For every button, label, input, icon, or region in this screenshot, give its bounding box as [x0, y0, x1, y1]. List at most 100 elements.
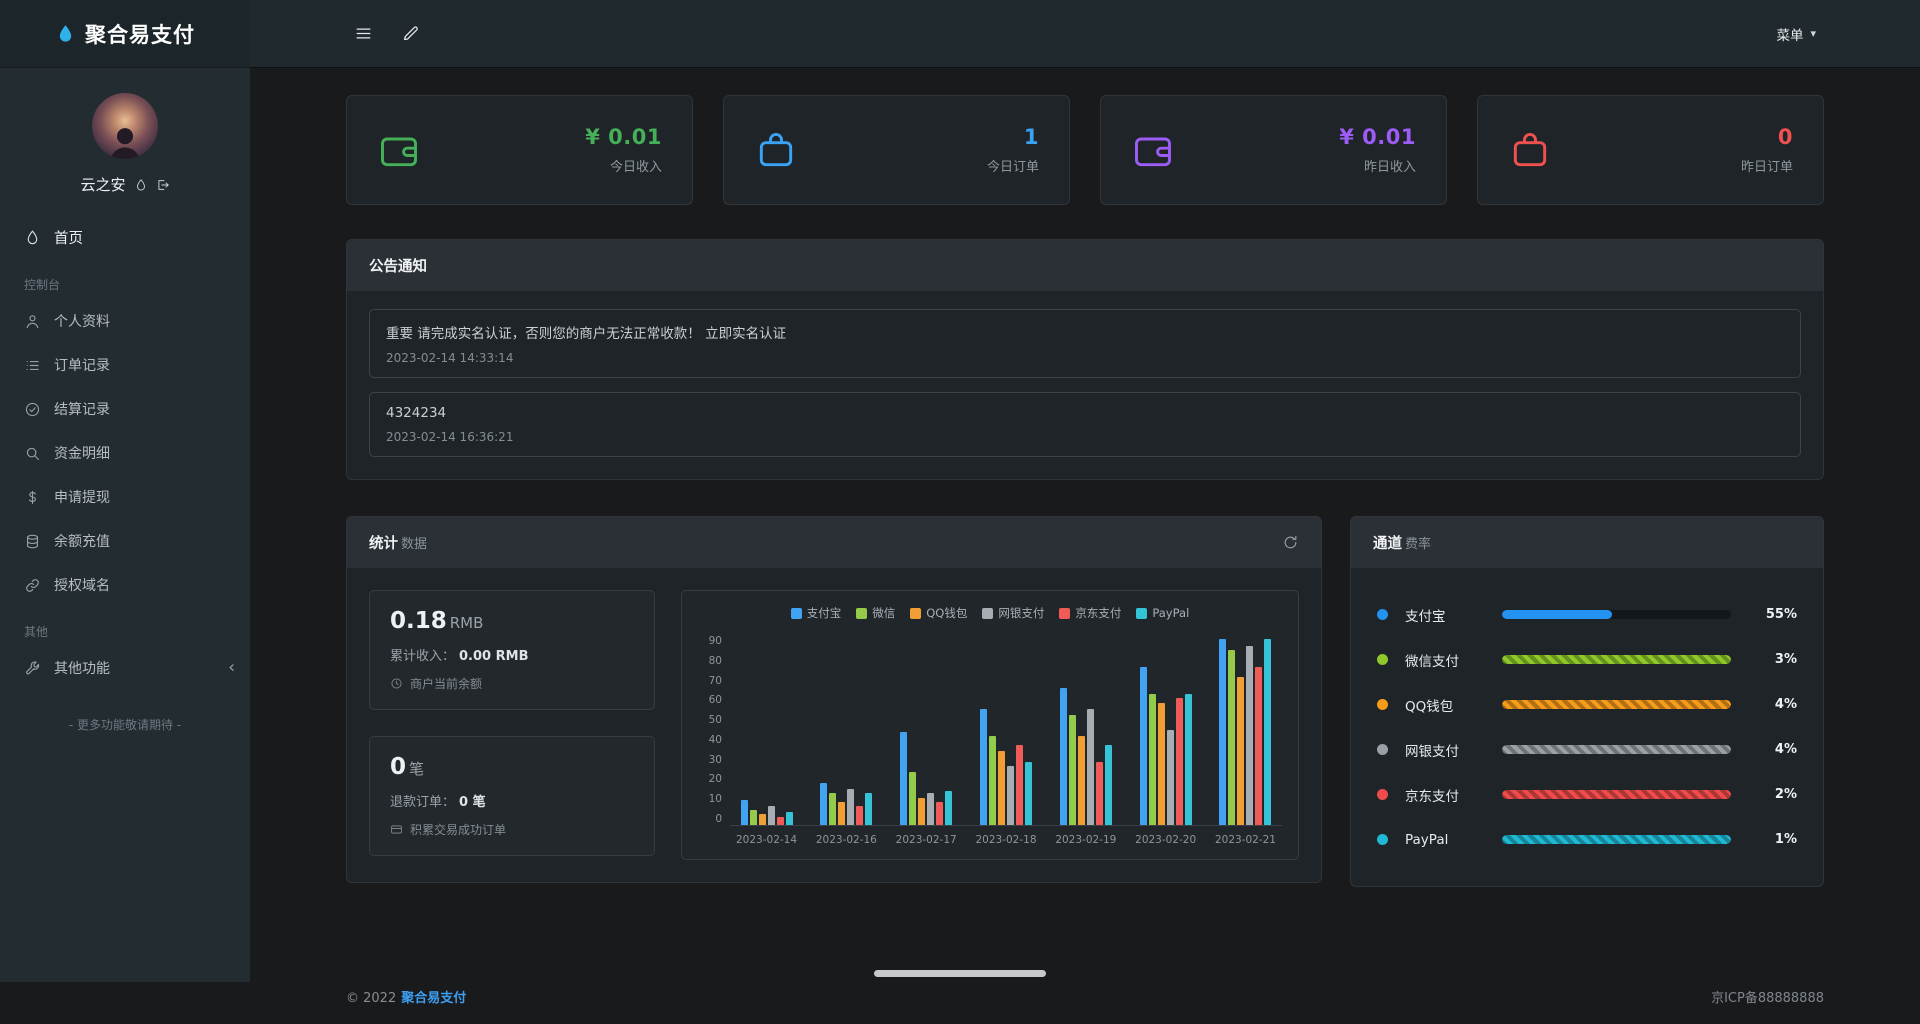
legend-label: 支付宝 — [807, 605, 842, 621]
y-tick-label: 40 — [698, 734, 722, 746]
chart-bar — [1228, 650, 1235, 825]
statistics-panel: 统计 数据 0.18RMB 累计收入：0.00 RMB — [346, 516, 1322, 883]
chart-bar — [936, 802, 943, 825]
y-tick-label: 20 — [698, 773, 722, 785]
x-tick-label: 2023-02-19 — [1055, 834, 1116, 847]
home-icon — [24, 229, 41, 246]
caret-down-icon: ▾ — [1810, 27, 1816, 40]
balance-box: 0.18RMB 累计收入：0.00 RMB 商户当前余额 — [369, 590, 655, 710]
sidebar-item[interactable]: 资金明细 — [0, 431, 250, 475]
chart-bar — [759, 814, 766, 825]
logout-icon[interactable] — [156, 178, 170, 192]
chart-bar — [1185, 694, 1192, 825]
channel-row: PayPal1% — [1377, 817, 1797, 862]
announcement-item[interactable]: 43242342023-02-14 16:36:21 — [369, 392, 1801, 457]
channel-dot — [1377, 789, 1388, 800]
sidebar-item[interactable]: 个人资料 — [0, 299, 250, 343]
legend-item[interactable]: 微信 — [856, 605, 895, 621]
username: 云之安 — [80, 174, 125, 195]
chart-bar — [909, 772, 916, 825]
legend-item[interactable]: PayPal — [1136, 605, 1189, 621]
legend-item[interactable]: 支付宝 — [791, 605, 842, 621]
sidebar-item[interactable]: 结算记录 — [0, 387, 250, 431]
channels-title-light: 费率 — [1405, 533, 1431, 552]
legend-item[interactable]: 网银支付 — [982, 605, 1044, 621]
chart-bar — [980, 709, 987, 825]
menu-dropdown[interactable]: 菜单 ▾ — [1776, 24, 1816, 44]
theme-drop-icon[interactable] — [134, 178, 148, 192]
channel-progress-bar — [1502, 835, 1731, 844]
y-tick-label: 50 — [698, 714, 722, 726]
legend-item[interactable]: QQ钱包 — [910, 605, 967, 621]
icp-number: 京ICP备88888888 — [1711, 987, 1824, 1006]
footer-brand-link[interactable]: 聚合易支付 — [401, 991, 466, 1006]
chevron-left-icon: ‹ — [228, 660, 235, 677]
channel-row: QQ钱包4% — [1377, 682, 1797, 727]
sidebar-item-home[interactable]: 首页 — [0, 215, 250, 260]
sidebar-item[interactable]: 余额充值 — [0, 519, 250, 563]
chart-bar — [1167, 730, 1174, 825]
chart-bar — [1025, 762, 1032, 825]
clock-icon — [390, 677, 403, 690]
legend-item[interactable]: 京东支付 — [1059, 605, 1121, 621]
chart-group: 2023-02-18 — [975, 635, 1036, 847]
sidebar-item[interactable]: 订单记录 — [0, 343, 250, 387]
chart-bar — [989, 736, 996, 825]
sidebar-item-label: 授权域名 — [54, 575, 110, 595]
channel-dot — [1377, 609, 1388, 620]
sidebar-toggle-button[interactable] — [354, 24, 373, 43]
legend-swatch — [910, 608, 921, 619]
chart-bar — [1176, 698, 1183, 825]
sidebar-item[interactable]: 其他功能 ‹ — [0, 646, 250, 690]
footer-copyright: © 2022聚合易支付 — [346, 987, 466, 1006]
chart-y-axis: 9080706050403020100 — [698, 635, 722, 825]
chart-bar — [768, 806, 775, 825]
chart-bar — [1246, 646, 1253, 825]
chart-group: 2023-02-16 — [816, 635, 877, 847]
legend-swatch — [1059, 608, 1070, 619]
channel-list: 支付宝55%微信支付3%QQ钱包4%网银支付4%京东支付2%PayPal1% — [1351, 568, 1823, 886]
channel-dot — [1377, 654, 1388, 665]
app-logo[interactable]: 聚合易支付 — [0, 0, 250, 67]
x-tick-label: 2023-02-20 — [1135, 834, 1196, 847]
chart-bar — [1096, 762, 1103, 825]
refund-orders-value: 0 笔 — [459, 795, 486, 810]
legend-label: 网银支付 — [998, 605, 1044, 621]
chart-bar — [1140, 667, 1147, 825]
stat-card: ¥ 0.01今日收入 — [346, 95, 693, 205]
credit-card-icon — [390, 823, 403, 836]
chart-bar — [750, 810, 757, 825]
coins-icon — [24, 533, 41, 550]
chart-bar — [1060, 688, 1067, 825]
gesture-bar — [874, 970, 1046, 977]
chart-bar — [847, 789, 854, 825]
announcement-item[interactable]: 重要 请完成实名认证，否则您的商户无法正常收款！ 立即实名认证2023-02-1… — [369, 309, 1801, 378]
channel-rate: 3% — [1755, 652, 1797, 667]
sidebar-item-label: 订单记录 — [54, 355, 110, 375]
announcements-header: 公告通知 — [347, 240, 1823, 291]
channel-progress-bar — [1502, 745, 1731, 754]
sidebar-item-label: 其他功能 — [54, 658, 110, 678]
refresh-icon[interactable] — [1282, 534, 1299, 551]
chart-bar — [1007, 766, 1014, 825]
sidebar-item[interactable]: 申请提现 — [0, 475, 250, 519]
chart-bar — [1149, 694, 1156, 825]
edit-button[interactable] — [401, 24, 420, 43]
statistics-body: 0.18RMB 累计收入：0.00 RMB 商户当前余额 0笔 — [347, 568, 1321, 882]
sidebar-item[interactable]: 授权域名 — [0, 563, 250, 607]
channel-rate: 2% — [1755, 787, 1797, 802]
legend-label: 京东支付 — [1075, 605, 1121, 621]
stat-card: ¥ 0.01昨日收入 — [1100, 95, 1447, 205]
chart-bar — [1105, 745, 1112, 825]
balance-unit: RMB — [450, 614, 484, 632]
channels-header: 通道 费率 — [1351, 517, 1823, 568]
announcement-time: 2023-02-14 16:36:21 — [386, 430, 1784, 444]
refund-unit: 笔 — [409, 760, 424, 778]
logo-drop-icon — [55, 23, 76, 44]
sidebar-nav: 首页 控制台个人资料订单记录结算记录资金明细申请提现余额充值授权域名其他其他功能… — [0, 215, 250, 690]
chart-bar — [918, 798, 925, 825]
channel-row: 京东支付2% — [1377, 772, 1797, 817]
hamburger-icon — [354, 24, 373, 43]
wallet-icon — [377, 128, 421, 172]
channels-title: 通道 — [1373, 532, 1402, 553]
